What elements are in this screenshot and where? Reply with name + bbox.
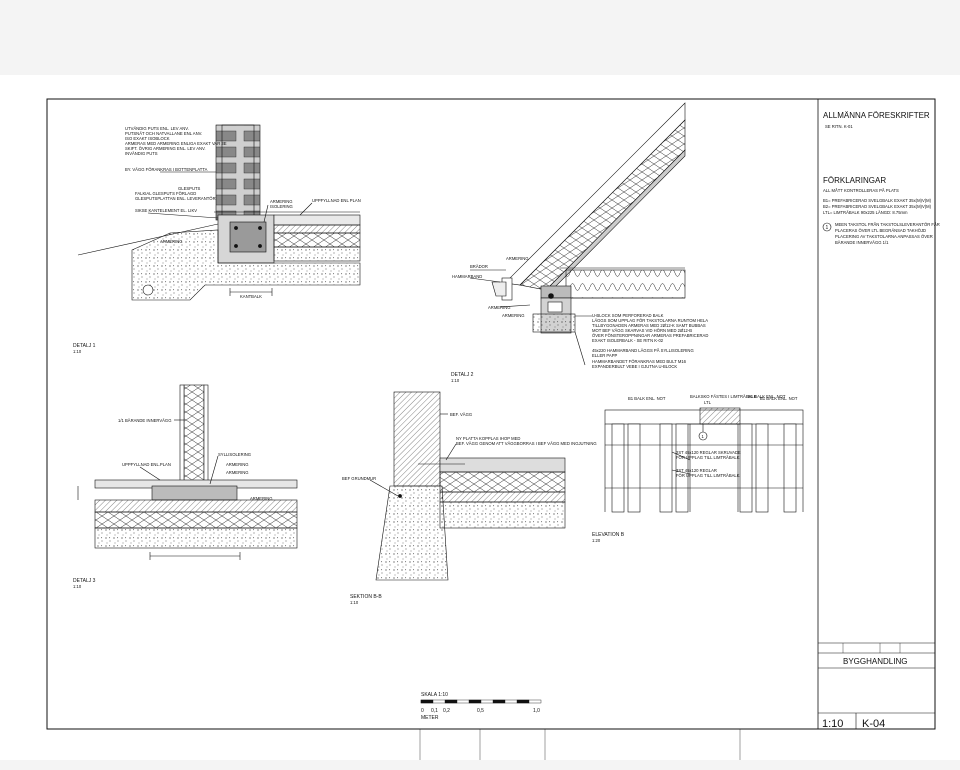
detail1-label: ARMERING bbox=[160, 239, 183, 244]
general-title: ALLMÄNNA FÖRESKRIFTER bbox=[823, 111, 930, 120]
detail1-scale: 1:10 bbox=[73, 349, 82, 354]
scale-bar: SKALA 1:10 0 0,1 0,2 0,5 1,0 METER bbox=[420, 692, 542, 721]
elevation-label: FÖR UPPLAG TILL LIMTRÄBALK bbox=[676, 455, 740, 460]
detail2-label: ELLER PAPP bbox=[592, 353, 617, 358]
detail3-scale: 1:10 bbox=[73, 584, 82, 589]
note-line: PLACERING AV TAKSTOLARNA ANPASSAS ÖVER bbox=[835, 234, 933, 239]
scale-tick: 0 bbox=[421, 708, 424, 714]
drawing-canvas: ALLMÄNNA FÖRESKRIFTER SE RITN. K-01 FÖRK… bbox=[46, 98, 940, 760]
detail3-label: UPPFYLLNAD ENL.PLAN bbox=[122, 462, 171, 467]
detail1-label: ISOLERING bbox=[270, 204, 293, 209]
detail-3 bbox=[77, 384, 298, 560]
scale-tick: 0,5 bbox=[477, 708, 484, 714]
detail2-label: EXAKT ISOLERBALK - SE RITN K-02 bbox=[592, 338, 664, 343]
detail2-label: ARMERING bbox=[488, 305, 511, 310]
elevation-label: FÖR UPPLAG TILL LIMTRÄBALK bbox=[676, 473, 740, 478]
scale-tick: 0,2 bbox=[443, 708, 450, 714]
elevation-scale: 1:20 bbox=[592, 538, 601, 543]
detail1-label: SIKSE KANTELEMENT EL. LIKV bbox=[135, 208, 197, 213]
scale-bar-label: SKALA 1:10 bbox=[421, 692, 448, 698]
revision-status: BYGGHANDLING bbox=[843, 657, 907, 666]
scale-tick: 1,0 bbox=[533, 708, 540, 714]
section-b-b bbox=[369, 391, 566, 581]
detail1-label: BY. VÄGG FÖRANKRAS I BOTTENPLATTA bbox=[125, 167, 208, 172]
detail2-label: ARMERING bbox=[506, 256, 529, 261]
note-number: 1 bbox=[826, 225, 829, 231]
sheet-scale: 1:10 bbox=[822, 718, 843, 730]
legend-line: B1= PREFABRICERAD SVELGBALK EXAKT 35x(M)… bbox=[823, 198, 932, 203]
detail1-label: GLESPUTSPLATTAN ENL. LEVERANTÖR bbox=[135, 196, 216, 201]
section-label: BEF GRUNDMUR bbox=[342, 476, 376, 481]
section-label: BEF. VÄGG GENOM ATT VÄGGBORRAS I BEF VÄG… bbox=[456, 441, 597, 446]
elevation-label: LTL bbox=[704, 400, 712, 405]
detail3-label: 1/1 BÄRANDE INNERVÄGG bbox=[118, 418, 171, 423]
detail3-label: SYLLISOLERING bbox=[218, 452, 251, 457]
detail-1 bbox=[77, 124, 361, 301]
general-ref: SE RITN. K-01 bbox=[825, 124, 853, 129]
detail1-label: KANTBALK bbox=[240, 294, 262, 299]
detail3-label: ARMERING bbox=[250, 496, 273, 501]
elevation-label: B1 BALK ENL. NOT bbox=[760, 396, 798, 401]
section-scale: 1:10 bbox=[350, 600, 359, 605]
legend-title: FÖRKLARINGAR bbox=[823, 176, 886, 185]
scale-tick: 0,1 bbox=[431, 708, 438, 714]
elevation-b bbox=[604, 407, 804, 513]
detail2-label: HAMMARBAND bbox=[452, 274, 482, 279]
detail2-label: BRÄDOR bbox=[470, 264, 488, 269]
detail3-label: ARMERING bbox=[226, 462, 249, 467]
detail1-note: INVÄNDIG PUTS bbox=[125, 151, 158, 156]
elevation-label: BALKSKO FÄSTES I LIMTRÄBALK bbox=[690, 394, 757, 399]
legend-line: B2= PREFABRICERAD SVELGBALK EXAKT 35x(M)… bbox=[823, 204, 932, 209]
drawing-number: K-04 bbox=[862, 718, 885, 730]
section-label: BEF. VÄGG bbox=[450, 412, 472, 417]
detail3-label: ARMERING bbox=[226, 470, 249, 475]
detail2-scale: 1:10 bbox=[451, 378, 460, 383]
legend-line: LTL= LIMTRÄBALK 90x225 LÄNGD: 8.75mm bbox=[823, 210, 908, 215]
detail2-label: ARMERING bbox=[502, 313, 525, 318]
note-line: MEEN TAKSTOL FRÅN TAKSTOLSLEVERANTÖR FÅR bbox=[835, 222, 940, 227]
elevation-label: B1 BALK ENL. NOT bbox=[628, 396, 666, 401]
detail2-label: EXPANDERBULT VEBE I GJUTNA U-BLOCK bbox=[592, 364, 677, 369]
note-line: PLACERAS ÖVER LTL BEGRÄNSAD TAKHÖJD bbox=[835, 228, 926, 233]
legend-line: ALL MÅTT KONTROLLERAS PÅ PLATS bbox=[823, 188, 899, 193]
title-block: ALLMÄNNA FÖRESKRIFTER SE RITN. K-01 FÖRK… bbox=[822, 111, 940, 730]
scale-unit: METER bbox=[421, 715, 439, 721]
note-line: BÄRANDE INNERVÄGG 1/1 bbox=[835, 240, 889, 245]
detail1-label: UPPFYLLNAD ENL PLAN bbox=[312, 198, 361, 203]
